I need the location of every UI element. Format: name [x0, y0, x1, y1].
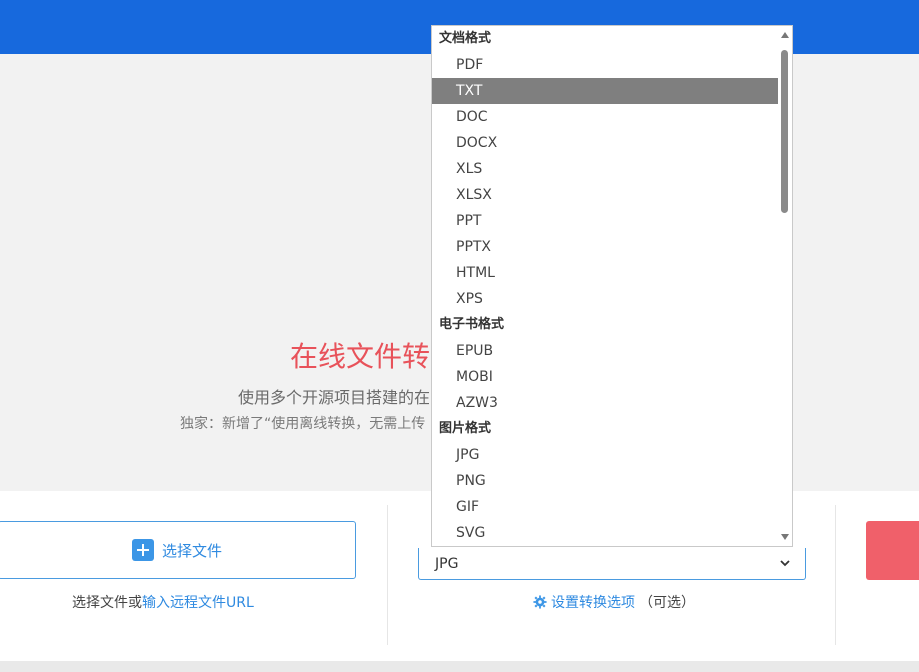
panel-divider [387, 505, 388, 645]
format-option-xlsx[interactable]: XLSX [432, 182, 778, 208]
format-option-png[interactable]: PNG [432, 468, 778, 494]
upload-hint: 选择文件或输入远程文件URL [72, 592, 254, 612]
format-option-pptx[interactable]: PPTX [432, 234, 778, 260]
option-group-label: 电子书格式 [439, 317, 505, 332]
hero-note: 独家：新增了“使用离线转换，无需上传 [180, 416, 426, 432]
format-option-txt[interactable]: TXT [432, 78, 778, 104]
plus-square-icon [131, 539, 154, 561]
format-select-value: JPG [435, 555, 459, 572]
scrollbar-thumb[interactable] [781, 50, 788, 213]
convert-button[interactable] [866, 521, 919, 580]
format-option-mobi[interactable]: MOBI [432, 364, 778, 390]
scroll-down-arrow-icon[interactable] [781, 534, 789, 540]
format-option-xps[interactable]: XPS [432, 286, 778, 312]
bottom-strip [0, 661, 919, 672]
hero-subtitle: 使用多个开源项目搭建的在 [238, 388, 431, 407]
format-option-jpg[interactable]: JPG [432, 442, 778, 468]
format-option-svg[interactable]: SVG [432, 520, 778, 546]
format-option-ppt[interactable]: PPT [432, 208, 778, 234]
optional-label: （可选） [639, 595, 695, 611]
format-dropdown-list[interactable]: 文档格式 PDF TXT DOC DOCX XLS XLSX PPT PPTX HTML XPS 电子… [431, 25, 793, 547]
gear-icon [533, 595, 547, 609]
choose-file-button[interactable]: 选择文件 [0, 521, 356, 579]
conversion-options-link[interactable]: 设置转换选项 （可选） [533, 592, 695, 612]
format-option-webp[interactable]: WEBP [432, 546, 778, 547]
dropdown-options: 文档格式 PDF TXT DOC DOCX XLS XLSX PPT PPTX HTML XPS 电子… [432, 26, 778, 547]
dropdown-scrollbar[interactable] [778, 26, 792, 546]
choose-file-label: 选择文件 [161, 541, 222, 560]
chevron-down-icon [780, 560, 790, 567]
format-option-html[interactable]: HTML [432, 260, 778, 286]
panel-divider [835, 505, 836, 645]
format-option-doc[interactable]: DOC [432, 104, 778, 130]
format-option-pdf[interactable]: PDF [432, 52, 778, 78]
option-group-label: 文档格式 [439, 31, 492, 46]
scroll-up-arrow-icon[interactable] [781, 32, 789, 38]
format-option-epub[interactable]: EPUB [432, 338, 778, 364]
format-option-azw3[interactable]: AZW3 [432, 390, 778, 416]
format-option-docx[interactable]: DOCX [432, 130, 778, 156]
format-option-gif[interactable]: GIF [432, 494, 778, 520]
format-option-xls[interactable]: XLS [432, 156, 778, 182]
option-group-label: 图片格式 [439, 421, 492, 436]
upload-hint-text: 选择文件或 [72, 595, 142, 611]
remote-url-link[interactable]: 输入远程文件URL [142, 595, 254, 611]
conversion-options-label: 设置转换选项 [551, 595, 635, 611]
hero-title: 在线文件转 [290, 340, 431, 373]
format-select[interactable]: JPG [418, 548, 806, 580]
